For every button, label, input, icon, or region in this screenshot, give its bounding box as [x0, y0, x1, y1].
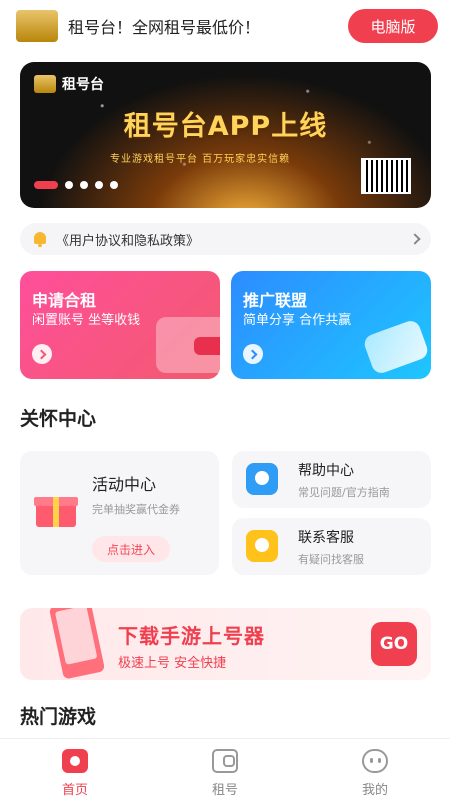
- banner-brand: 租号台: [34, 74, 104, 94]
- help-title: 帮助中心: [298, 463, 354, 479]
- banner-logo-icon: [34, 75, 56, 93]
- chat-bubble-icon: [246, 530, 278, 562]
- download-title: 下载手游上号器: [118, 624, 265, 648]
- activity-center-card[interactable]: 活动中心 完单抽奖赢代金券 点击进入: [20, 451, 219, 575]
- notice-bar[interactable]: 《用户协议和隐私政策》: [20, 223, 431, 255]
- tab-label: 首页: [61, 783, 88, 798]
- chevron-right-icon: [409, 233, 421, 245]
- help-subtitle: 常见问题/官方指南: [298, 486, 390, 499]
- carousel-dot[interactable]: [110, 181, 118, 189]
- arrow-right-icon[interactable]: [243, 344, 263, 364]
- download-subtitle: 极速上号 安全快捷: [118, 656, 227, 671]
- banner-subtitle: 专业游戏租号平台 百万玩家忠实信赖: [110, 154, 291, 165]
- header-title: 租号台！全网租号最低价！: [68, 18, 261, 37]
- bottom-tab-bar: 首页 租号 我的: [0, 738, 450, 800]
- tab-rent[interactable]: 租号: [150, 739, 300, 800]
- contact-subtitle: 有疑问找客服: [298, 553, 364, 566]
- header-bar: 租号台！全网租号最低价！ 电脑版: [0, 0, 450, 52]
- tab-home[interactable]: 首页: [0, 739, 150, 800]
- app-logo: [16, 10, 58, 42]
- customer-service-card[interactable]: 联系客服 有疑问找客服: [232, 518, 431, 575]
- wallet-icon: [156, 317, 220, 373]
- banner-title: 租号台APP上线: [123, 111, 328, 142]
- lightbulb-icon: [246, 463, 278, 495]
- download-launcher-banner[interactable]: 下载手游上号器 极速上号 安全快捷 GO: [20, 608, 431, 680]
- tab-label: 租号: [211, 783, 238, 798]
- app-home-page: 租号台！全网租号最低价！ 电脑版 租号台 租号台APP上线 专业游戏租号平台 百…: [0, 0, 450, 800]
- card-title: 推广联盟: [243, 291, 308, 310]
- affiliate-card[interactable]: 推广联盟 简单分享 合作共赢: [231, 271, 431, 379]
- pc-version-button[interactable]: 电脑版: [348, 9, 438, 43]
- enter-activity-button[interactable]: 点击进入: [92, 536, 170, 562]
- card-subtitle: 闲置账号 坐等收钱: [32, 313, 141, 328]
- carousel-dot[interactable]: [65, 181, 73, 189]
- go-button[interactable]: GO: [371, 622, 417, 666]
- help-center-card[interactable]: 帮助中心 常见问题/官方指南: [232, 451, 431, 508]
- arrow-right-icon[interactable]: [32, 344, 52, 364]
- carousel-indicator: [34, 181, 118, 189]
- activity-title: 活动中心: [92, 475, 157, 494]
- card-subtitle: 简单分享 合作共赢: [243, 313, 352, 328]
- carousel-dot[interactable]: [95, 181, 103, 189]
- rent-icon: [212, 749, 238, 773]
- tab-label: 我的: [361, 783, 388, 798]
- phone-icon: [48, 608, 106, 680]
- hot-games-title: 热门游戏: [20, 706, 97, 728]
- care-center-title: 关怀中心: [20, 408, 97, 430]
- handshake-icon: [361, 318, 431, 376]
- notice-text: 《用户协议和隐私政策》: [56, 233, 200, 249]
- qr-code-icon: [361, 158, 411, 194]
- profile-icon: [362, 749, 388, 773]
- bell-icon: [32, 231, 48, 247]
- activity-subtitle: 完单抽奖赢代金券: [92, 503, 180, 516]
- card-title: 申请合租: [32, 291, 97, 310]
- apply-share-rent-card[interactable]: 申请合租 闲置账号 坐等收钱: [20, 271, 220, 379]
- carousel-dot[interactable]: [80, 181, 88, 189]
- gift-icon: [34, 491, 78, 527]
- contact-title: 联系客服: [298, 530, 354, 546]
- banner-brand-text: 租号台: [62, 77, 104, 93]
- carousel-dot-active[interactable]: [34, 181, 58, 189]
- home-icon: [62, 749, 88, 773]
- tab-mine[interactable]: 我的: [300, 739, 450, 800]
